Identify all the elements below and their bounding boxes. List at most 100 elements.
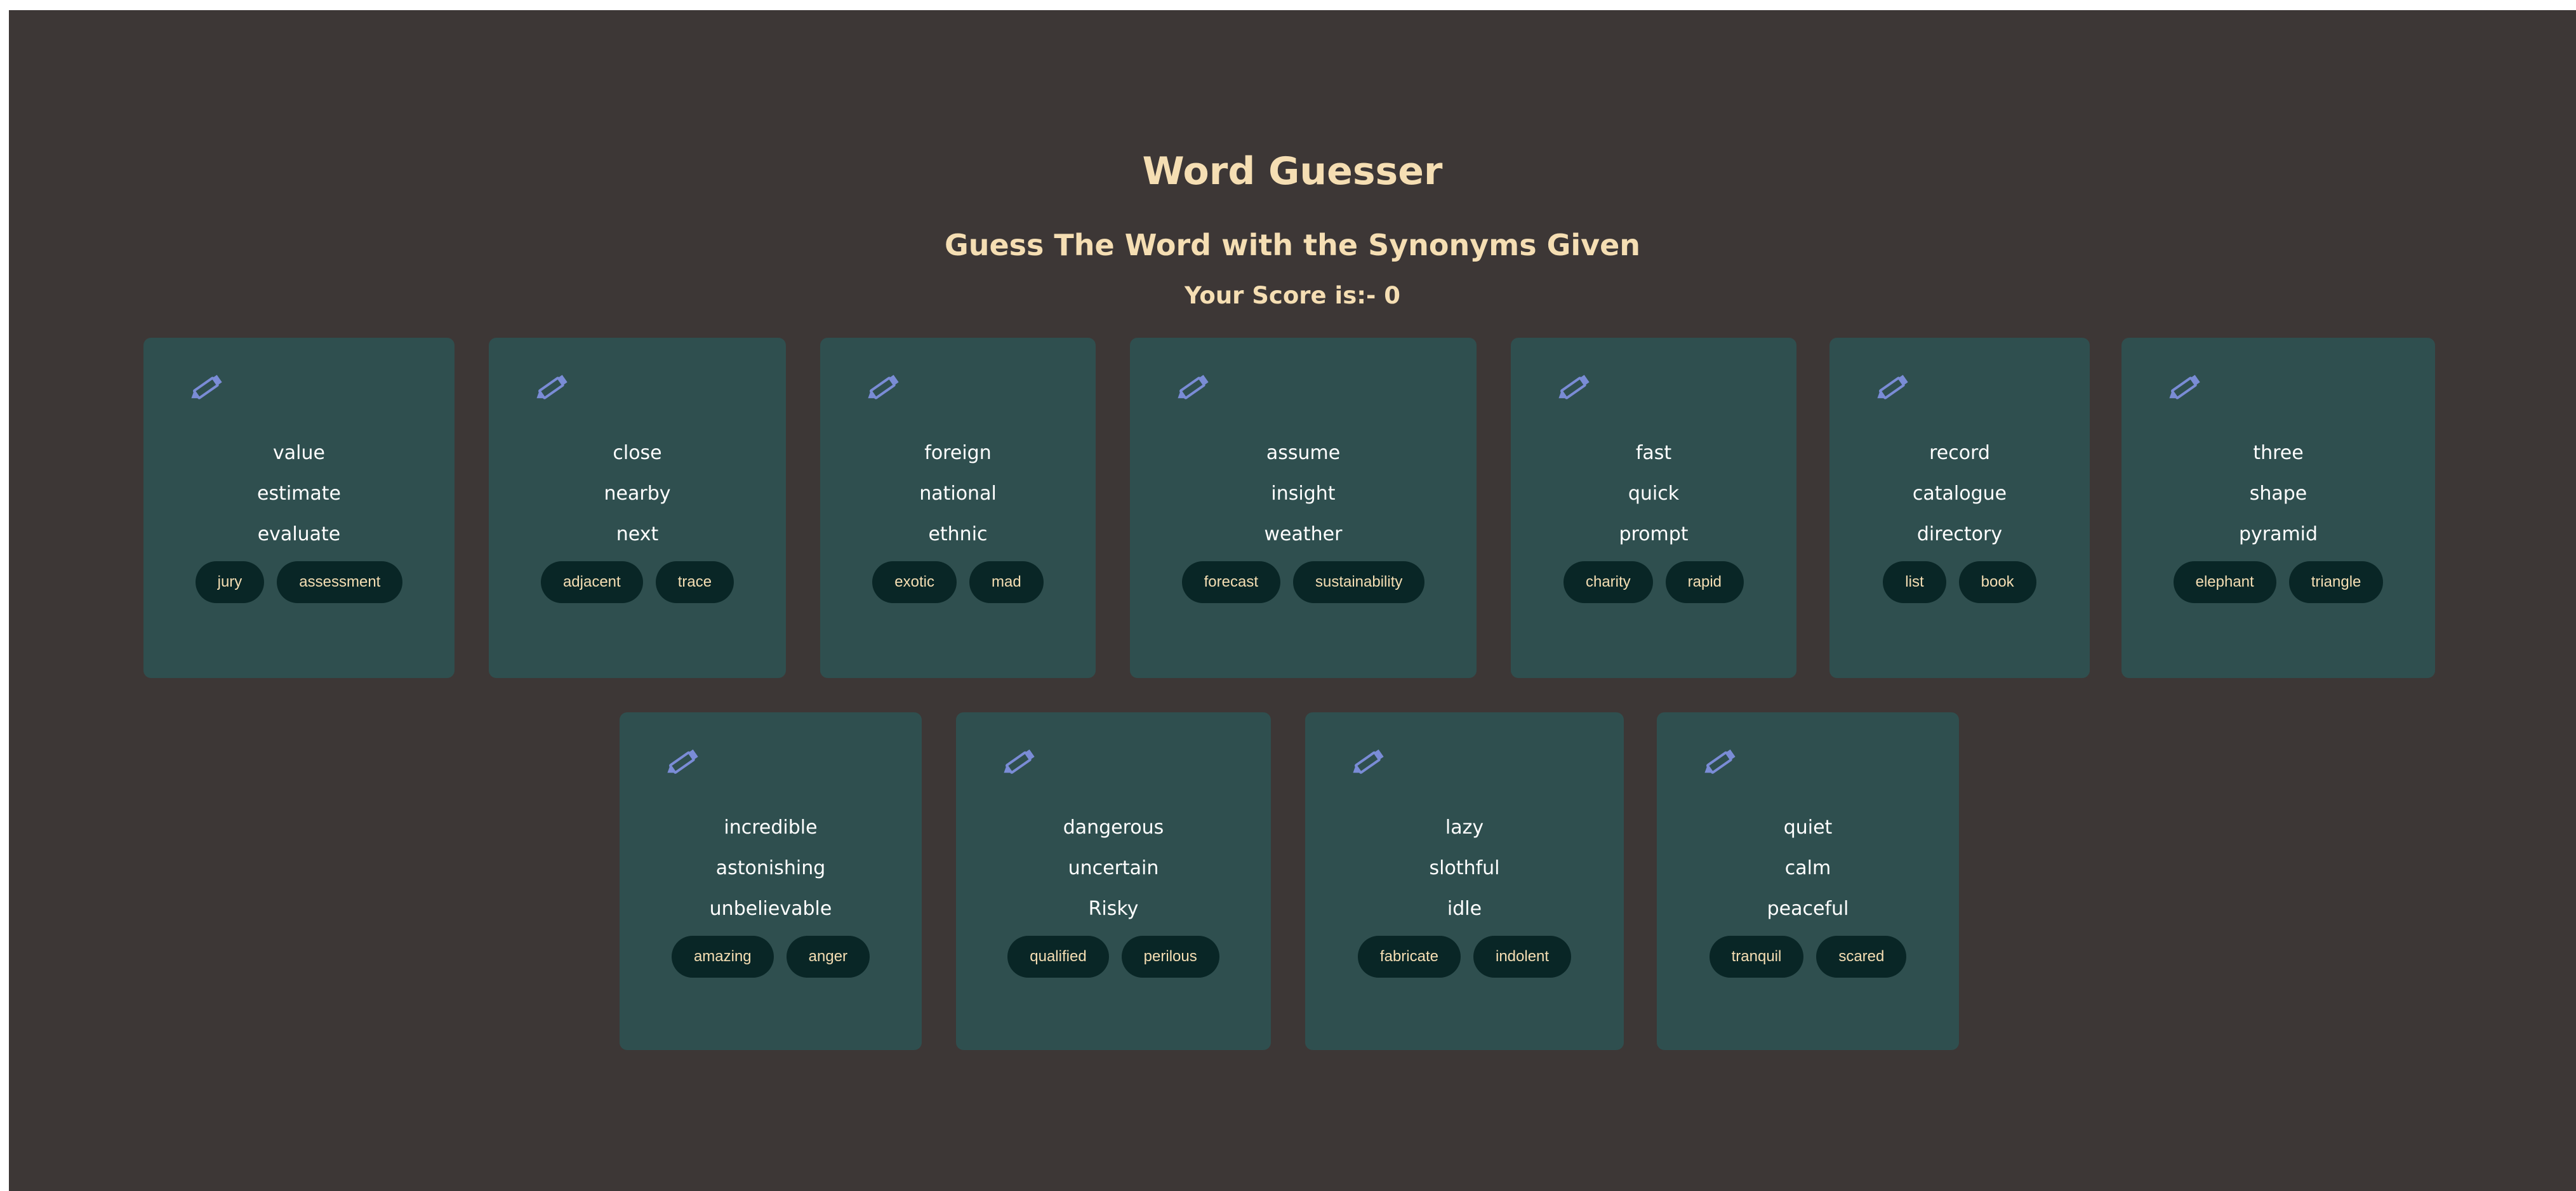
page-subtitle: Guess The Word with the Synonyms Given <box>944 228 1641 262</box>
synonym-list: close nearby next <box>489 433 786 555</box>
pencil-icon <box>1174 371 1212 404</box>
synonym-word: three <box>2253 442 2304 464</box>
synonym-list: value estimate evaluate <box>143 433 455 555</box>
synonym-list: foreign national ethnic <box>820 433 1096 555</box>
synonym-word: nearby <box>604 482 671 505</box>
synonym-word: dangerous <box>1063 816 1164 839</box>
synonym-list: incredible astonishing unbelievable <box>620 808 922 929</box>
synonym-word: close <box>613 442 662 464</box>
answer-option-button[interactable]: mad <box>969 561 1044 603</box>
pencil-icon <box>1350 745 1388 778</box>
synonym-list: lazy slothful idle <box>1305 808 1624 929</box>
pencil-icon <box>664 745 702 778</box>
answer-option-button[interactable]: anger <box>786 936 870 978</box>
answer-options: jury assessment <box>143 561 455 603</box>
answer-option-button[interactable]: fabricate <box>1357 936 1461 978</box>
answer-option-button[interactable]: book <box>1958 561 2036 603</box>
synonym-list: record catalogue directory <box>1829 433 2090 555</box>
synonym-list: three shape pyramid <box>2121 433 2435 555</box>
synonym-word: next <box>616 523 659 545</box>
synonym-list: assume insight weather <box>1130 433 1477 555</box>
synonym-list: quiet calm peaceful <box>1657 808 1959 929</box>
synonym-word: peaceful <box>1767 898 1849 920</box>
answer-options: tranquil scared <box>1657 936 1959 978</box>
synonym-word: incredible <box>724 816 818 839</box>
answer-options: adjacent trace <box>489 561 786 603</box>
answer-options: charity rapid <box>1511 561 1796 603</box>
answer-option-button[interactable]: tranquil <box>1709 936 1804 978</box>
synonym-word: pyramid <box>2238 523 2318 545</box>
synonym-word: quick <box>1628 482 1680 505</box>
word-card: foreign national ethnic exotic mad <box>820 338 1096 678</box>
synonym-word: Risky <box>1088 898 1139 920</box>
word-card: fast quick prompt charity rapid <box>1511 338 1796 678</box>
synonym-word: shape <box>2249 482 2307 505</box>
answer-options: qualified perilous <box>956 936 1271 978</box>
word-card: quiet calm peaceful tranquil scared <box>1657 712 1959 1050</box>
synonym-word: lazy <box>1445 816 1484 839</box>
answer-option-button[interactable]: amazing <box>671 936 774 978</box>
game-page: Word Guesser Guess The Word with the Syn… <box>9 10 2576 1191</box>
synonym-word: slothful <box>1429 857 1500 879</box>
answer-option-button[interactable]: elephant <box>2173 561 2276 603</box>
word-card: assume insight weather forecast sustainabili… <box>1130 338 1477 678</box>
word-card: close nearby next adjacent trace <box>489 338 786 678</box>
synonym-word: estimate <box>256 482 341 505</box>
answer-option-button[interactable]: forecast <box>1181 561 1280 603</box>
synonym-word: national <box>919 482 997 505</box>
synonym-word: unbelievable <box>709 898 832 920</box>
synonym-list: fast quick prompt <box>1511 433 1796 555</box>
synonym-word: weather <box>1264 523 1343 545</box>
score-display: Your Score is:- 0 <box>1185 282 1400 309</box>
pencil-icon <box>865 371 903 404</box>
word-card: value estimate evaluate jury assessment <box>143 338 455 678</box>
answer-option-button[interactable]: assessment <box>277 561 403 603</box>
answer-option-button[interactable]: charity <box>1563 561 1653 603</box>
pencil-icon <box>1874 371 1912 404</box>
answer-option-button[interactable]: exotic <box>872 561 957 603</box>
synonym-word: prompt <box>1619 523 1689 545</box>
pencil-icon <box>1701 745 1739 778</box>
answer-option-button[interactable]: scared <box>1816 936 1907 978</box>
pencil-icon <box>1000 745 1039 778</box>
word-card: incredible astonishing unbelievable amazing… <box>620 712 922 1050</box>
answer-option-button[interactable]: trace <box>655 561 734 603</box>
answer-options: exotic mad <box>820 561 1096 603</box>
synonym-word: uncertain <box>1068 857 1159 879</box>
pencil-icon <box>188 371 226 404</box>
synonym-word: insight <box>1271 482 1336 505</box>
synonym-word: calm <box>1784 857 1831 879</box>
synonym-word: directory <box>1916 523 2003 545</box>
synonym-word: astonishing <box>715 857 826 879</box>
synonym-word: assume <box>1266 442 1341 464</box>
synonym-word: catalogue <box>1912 482 2007 505</box>
answer-option-button[interactable]: rapid <box>1665 561 1744 603</box>
synonym-word: ethnic <box>928 523 988 545</box>
answer-options: forecast sustainability <box>1130 561 1477 603</box>
answer-option-button[interactable]: indolent <box>1473 936 1572 978</box>
answer-option-button[interactable]: qualified <box>1007 936 1109 978</box>
synonym-word: evaluate <box>257 523 341 545</box>
word-card: lazy slothful idle fabricate indolent <box>1305 712 1624 1050</box>
answer-option-button[interactable]: list <box>1883 561 1946 603</box>
answer-option-button[interactable]: perilous <box>1121 936 1219 978</box>
answer-options: fabricate indolent <box>1305 936 1624 978</box>
word-card: dangerous uncertain Risky qualified perilous <box>956 712 1271 1050</box>
answer-options: list book <box>1829 561 2090 603</box>
answer-option-button[interactable]: triangle <box>2288 561 2384 603</box>
synonym-word: quiet <box>1783 816 1833 839</box>
answer-options: elephant triangle <box>2121 561 2435 603</box>
synonym-word: foreign <box>924 442 992 464</box>
answer-option-button[interactable]: sustainability <box>1292 561 1425 603</box>
answer-options: amazing anger <box>620 936 922 978</box>
pencil-icon <box>533 371 571 404</box>
answer-option-button[interactable]: adjacent <box>540 561 643 603</box>
pencil-icon <box>1555 371 1593 404</box>
synonym-word: record <box>1929 442 1990 464</box>
answer-option-button[interactable]: jury <box>195 561 265 603</box>
synonym-word: value <box>273 442 325 464</box>
synonym-list: dangerous uncertain Risky <box>956 808 1271 929</box>
word-card: record catalogue directory list book <box>1829 338 2090 678</box>
synonym-word: idle <box>1447 898 1482 920</box>
pencil-icon <box>2166 371 2204 404</box>
